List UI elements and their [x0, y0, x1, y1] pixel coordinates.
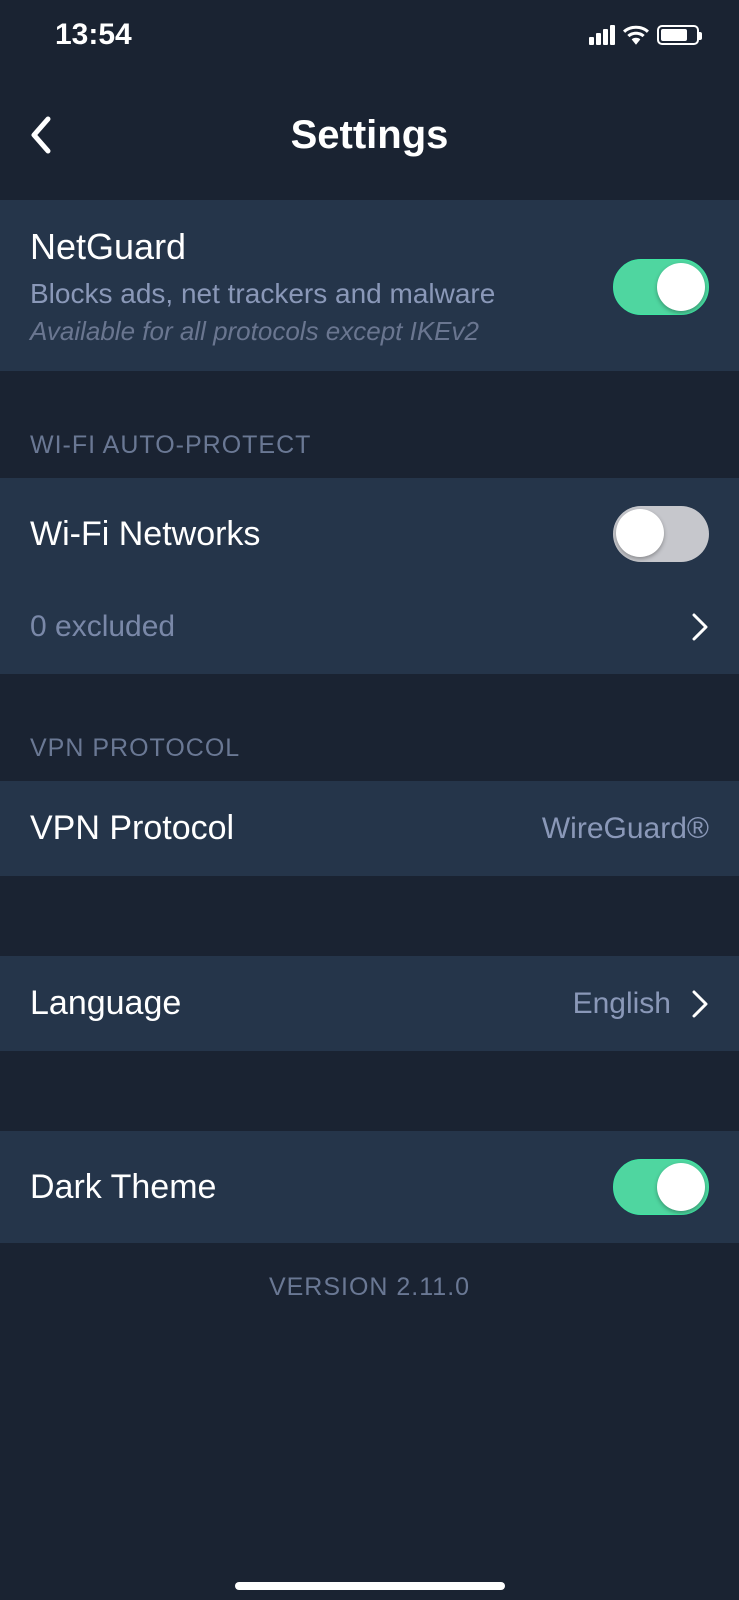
chevron-right-icon — [691, 612, 709, 642]
netguard-toggle[interactable] — [613, 259, 709, 315]
page-title: Settings — [291, 113, 449, 158]
vpn-protocol-title: VPN Protocol — [30, 809, 234, 848]
wifi-networks-title: Wi-Fi Networks — [30, 515, 260, 554]
status-time: 13:54 — [55, 18, 132, 52]
version-label: VERSION 2.11.0 — [0, 1243, 739, 1332]
cellular-signal-icon — [589, 25, 615, 45]
vpn-protocol-value: WireGuard® — [542, 812, 709, 846]
header: Settings — [0, 70, 739, 200]
home-indicator[interactable] — [0, 1582, 739, 1590]
status-bar: 13:54 — [0, 0, 739, 70]
back-button[interactable] — [20, 115, 60, 155]
wifi-excluded-row[interactable]: 0 excluded — [0, 590, 739, 674]
dark-theme-title: Dark Theme — [30, 1168, 216, 1207]
language-row[interactable]: Language English — [0, 956, 739, 1051]
dark-theme-row: Dark Theme — [0, 1131, 739, 1243]
language-title: Language — [30, 984, 181, 1023]
wifi-icon — [623, 25, 649, 45]
netguard-text: NetGuard Blocks ads, net trackers and ma… — [30, 226, 495, 347]
battery-icon — [657, 25, 699, 45]
wifi-excluded-text: 0 excluded — [30, 610, 175, 644]
divider — [0, 876, 739, 956]
chevron-right-icon — [691, 989, 709, 1019]
wifi-networks-row: Wi-Fi Networks — [0, 478, 739, 590]
wifi-networks-toggle[interactable] — [613, 506, 709, 562]
wifi-section-label: WI-FI AUTO-PROTECT — [0, 371, 739, 478]
language-value: English — [573, 987, 671, 1021]
vpn-section-label: VPN PROTOCOL — [0, 674, 739, 781]
netguard-row: NetGuard Blocks ads, net trackers and ma… — [0, 200, 739, 371]
netguard-note: Available for all protocols except IKEv2 — [30, 316, 495, 347]
netguard-subtitle: Blocks ads, net trackers and malware — [30, 278, 495, 310]
divider — [0, 1051, 739, 1131]
vpn-protocol-row[interactable]: VPN Protocol WireGuard® — [0, 781, 739, 876]
dark-theme-toggle[interactable] — [613, 1159, 709, 1215]
netguard-title: NetGuard — [30, 226, 495, 268]
chevron-left-icon — [29, 116, 51, 154]
status-indicators — [589, 25, 699, 45]
